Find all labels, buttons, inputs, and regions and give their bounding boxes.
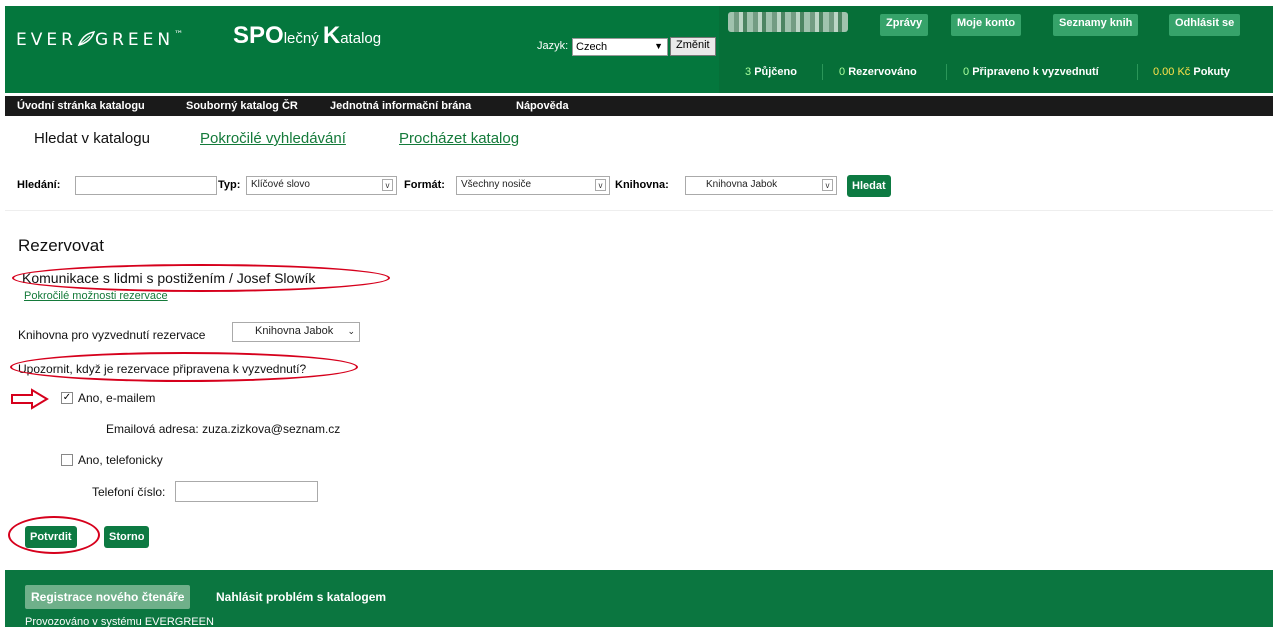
chevron-down-icon: v	[822, 179, 833, 191]
chevron-down-icon: v	[595, 179, 606, 191]
site-footer: Registrace nového čtenáře Nahlásit probl…	[5, 570, 1273, 628]
annotation-ellipse	[8, 516, 100, 554]
nav-info-gateway[interactable]: Jednotná informační brána	[330, 100, 471, 112]
page-title: Rezervovat	[18, 236, 104, 255]
chevron-down-icon: ⌄	[347, 326, 355, 336]
phone-notify-checkbox[interactable]	[61, 454, 73, 466]
stat-divider	[822, 64, 823, 80]
language-label: Jazyk:	[537, 40, 569, 52]
divider	[5, 210, 1273, 211]
chevron-down-icon: ▼	[654, 41, 663, 51]
search-label: Hledání:	[17, 179, 61, 191]
email-address-label: Emailová adresa: zuza.zizkova@seznam.cz	[106, 422, 341, 436]
ready-for-pickup-stat[interactable]: 0 Připraveno k vyzvednutí	[963, 66, 1099, 78]
nav-union-catalog[interactable]: Souborný katalog ČR	[186, 100, 298, 112]
annotation-ellipse	[12, 264, 390, 292]
library-select[interactable]: Knihovna Jabok v	[685, 176, 837, 195]
phone-number-label: Telefoní číslo:	[92, 485, 166, 499]
stat-divider	[1137, 64, 1138, 80]
search-bar: Hledání: Typ: Klíčové slovo v Formát: Vše…	[5, 170, 1273, 210]
nav-help[interactable]: Nápověda	[516, 100, 569, 112]
blurred-user-name	[728, 12, 848, 32]
register-new-reader-button[interactable]: Registrace nového čtenáře	[25, 585, 191, 609]
checked-out-stat[interactable]: 3 Půjčeno	[745, 66, 797, 78]
top-navigation: Úvodní stránka katalogu Souborný katalog…	[5, 96, 1273, 116]
annotation-ellipse	[10, 352, 358, 382]
language-select[interactable]: Czech ▼	[572, 38, 668, 56]
phone-option-label: Ano, telefonicky	[78, 453, 163, 467]
my-account-button[interactable]: Moje konto	[951, 14, 1022, 36]
email-notify-checkbox[interactable]: ✓	[61, 392, 73, 404]
stat-divider	[946, 64, 947, 80]
annotation-arrow-icon	[11, 388, 49, 410]
tab-advanced-search[interactable]: Pokročilé vyhledávání	[200, 130, 346, 147]
format-label: Formát:	[404, 179, 445, 191]
chevron-down-icon: v	[382, 179, 393, 191]
library-label: Knihovna:	[615, 179, 669, 191]
powered-by-text: Provozováno v systému EVERGREEN	[25, 616, 214, 628]
logout-button[interactable]: Odhlásit se	[1169, 14, 1241, 36]
report-catalog-problem-link[interactable]: Nahlásit problém s katalogem	[216, 590, 386, 604]
format-select[interactable]: Všechny nosiče v	[456, 176, 610, 195]
search-input[interactable]	[75, 176, 217, 195]
email-address-value: zuza.zizkova@seznam.cz	[202, 422, 341, 436]
phone-number-input[interactable]	[175, 481, 318, 502]
messages-button[interactable]: Zprávy	[880, 14, 929, 36]
pickup-library-label: Knihovna pro vyzvednutí rezervace	[18, 328, 206, 342]
change-language-button[interactable]: Změnit	[670, 37, 716, 56]
type-label: Typ:	[218, 179, 241, 191]
cancel-button[interactable]: Storno	[104, 526, 150, 548]
email-option-label: Ano, e-mailem	[78, 391, 156, 405]
tab-search-catalog[interactable]: Hledat v katalogu	[34, 130, 150, 147]
book-lists-button[interactable]: Seznamy knih	[1053, 14, 1139, 36]
fines-stat[interactable]: 0.00 Kč Pokuty	[1153, 66, 1230, 78]
search-type-select[interactable]: Klíčové slovo v	[246, 176, 397, 195]
search-button[interactable]: Hledat	[847, 175, 891, 197]
evergreen-logo[interactable]: EVER GREEN™	[16, 30, 187, 50]
leaf-icon	[77, 31, 95, 47]
tab-browse-catalog[interactable]: Procházet katalog	[399, 130, 519, 147]
advanced-hold-options-link[interactable]: Pokročilé možnosti rezervace	[24, 290, 168, 302]
holds-stat[interactable]: 0 Rezervováno	[839, 66, 917, 78]
site-name[interactable]: SPOlečný Katalog	[233, 22, 381, 50]
pickup-library-select[interactable]: Knihovna Jabok ⌄	[232, 322, 360, 342]
nav-catalog-home[interactable]: Úvodní stránka katalogu	[17, 100, 145, 112]
